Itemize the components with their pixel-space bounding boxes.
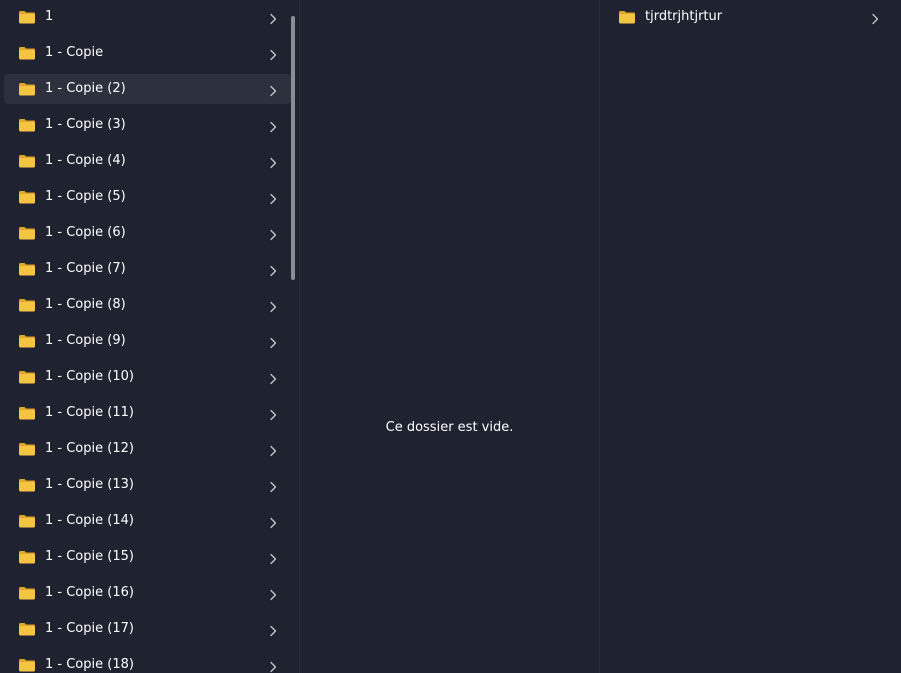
chevron-right-icon[interactable] bbox=[269, 514, 277, 529]
chevron-right-icon[interactable] bbox=[269, 370, 277, 385]
folder-name: 1 - Copie (2) bbox=[45, 81, 126, 96]
chevron-right-icon[interactable] bbox=[269, 334, 277, 349]
folder-column-2[interactable]: Ce dossier est vide. bbox=[300, 0, 600, 673]
chevron-right-icon[interactable] bbox=[269, 10, 277, 25]
folder-icon bbox=[18, 441, 36, 456]
folder-icon bbox=[18, 369, 36, 384]
folder-name: 1 - Copie (13) bbox=[45, 477, 134, 492]
folder-name: 1 - Copie (9) bbox=[45, 333, 126, 348]
folder-row[interactable]: tjrdtrjhtjrtur bbox=[604, 2, 893, 32]
folder-name: 1 - Copie (18) bbox=[45, 657, 134, 672]
chevron-right-icon[interactable] bbox=[269, 406, 277, 421]
folder-icon bbox=[18, 405, 36, 420]
chevron-right-icon[interactable] bbox=[269, 586, 277, 601]
chevron-right-icon[interactable] bbox=[269, 550, 277, 565]
folder-name: 1 bbox=[45, 9, 54, 24]
folder-name: 1 - Copie (6) bbox=[45, 225, 126, 240]
folder-row[interactable]: 1 - Copie (15) bbox=[4, 542, 291, 572]
folder-name: 1 - Copie bbox=[45, 45, 104, 60]
folder-row[interactable]: 1 - Copie (2) bbox=[4, 74, 291, 104]
vertical-scrollbar[interactable] bbox=[291, 16, 295, 280]
folder-icon bbox=[18, 9, 36, 24]
folder-name: 1 - Copie (15) bbox=[45, 549, 134, 564]
folder-icon bbox=[18, 189, 36, 204]
folder-icon bbox=[18, 477, 36, 492]
folder-row[interactable]: 1 bbox=[4, 2, 291, 32]
folder-column-3[interactable]: tjrdtrjhtjrtur bbox=[600, 0, 901, 673]
folder-name: 1 - Copie (5) bbox=[45, 189, 126, 204]
folder-list: 1 1 - Copie 1 - Copie (2) 1 - Copie (3) 1 - … bbox=[4, 2, 291, 673]
folder-row[interactable]: 1 - Copie (9) bbox=[4, 326, 291, 356]
folder-icon bbox=[18, 621, 36, 636]
folder-icon bbox=[18, 225, 36, 240]
folder-name: 1 - Copie (3) bbox=[45, 117, 126, 132]
chevron-right-icon[interactable] bbox=[269, 622, 277, 637]
folder-row[interactable]: 1 - Copie (12) bbox=[4, 434, 291, 464]
folder-icon bbox=[18, 333, 36, 348]
folder-name: 1 - Copie (11) bbox=[45, 405, 134, 420]
folder-row[interactable]: 1 - Copie (3) bbox=[4, 110, 291, 140]
folder-icon bbox=[18, 297, 36, 312]
folder-name: 1 - Copie (14) bbox=[45, 513, 134, 528]
folder-name: 1 - Copie (4) bbox=[45, 153, 126, 168]
chevron-right-icon[interactable] bbox=[269, 478, 277, 493]
chevron-right-icon[interactable] bbox=[269, 658, 277, 673]
folder-column-1[interactable]: 1 1 - Copie 1 - Copie (2) 1 - Copie (3) 1 - … bbox=[0, 0, 300, 673]
folder-icon bbox=[18, 549, 36, 564]
folder-name: 1 - Copie (7) bbox=[45, 261, 126, 276]
folder-row[interactable]: 1 - Copie (14) bbox=[4, 506, 291, 536]
folder-icon bbox=[18, 261, 36, 276]
folder-row[interactable]: 1 - Copie (13) bbox=[4, 470, 291, 500]
folder-row[interactable]: 1 - Copie (18) bbox=[4, 650, 291, 673]
chevron-right-icon[interactable] bbox=[269, 262, 277, 277]
folder-icon bbox=[18, 153, 36, 168]
folder-row[interactable]: 1 - Copie (11) bbox=[4, 398, 291, 428]
folder-icon bbox=[18, 513, 36, 528]
folder-name: 1 - Copie (12) bbox=[45, 441, 134, 456]
chevron-right-icon[interactable] bbox=[871, 10, 879, 25]
chevron-right-icon[interactable] bbox=[269, 118, 277, 133]
folder-icon bbox=[618, 9, 636, 24]
folder-icon bbox=[18, 45, 36, 60]
empty-folder-message: Ce dossier est vide. bbox=[385, 420, 514, 435]
chevron-right-icon[interactable] bbox=[269, 298, 277, 313]
chevron-right-icon[interactable] bbox=[269, 82, 277, 97]
folder-row[interactable]: 1 - Copie (6) bbox=[4, 218, 291, 248]
folder-name: 1 - Copie (8) bbox=[45, 297, 126, 312]
chevron-right-icon[interactable] bbox=[269, 226, 277, 241]
folder-icon bbox=[18, 117, 36, 132]
chevron-right-icon[interactable] bbox=[269, 442, 277, 457]
file-explorer-column-view: 1 1 - Copie 1 - Copie (2) 1 - Copie (3) 1 - … bbox=[0, 0, 901, 673]
folder-row[interactable]: 1 - Copie (17) bbox=[4, 614, 291, 644]
folder-name: 1 - Copie (10) bbox=[45, 369, 134, 384]
folder-name: tjrdtrjhtjrtur bbox=[645, 9, 723, 24]
folder-icon bbox=[18, 585, 36, 600]
folder-row[interactable]: 1 - Copie (8) bbox=[4, 290, 291, 320]
folder-name: 1 - Copie (17) bbox=[45, 621, 134, 636]
folder-icon bbox=[18, 81, 36, 96]
folder-row[interactable]: 1 - Copie (10) bbox=[4, 362, 291, 392]
folder-list: tjrdtrjhtjrtur bbox=[604, 2, 893, 38]
folder-row[interactable]: 1 - Copie (16) bbox=[4, 578, 291, 608]
folder-row[interactable]: 1 - Copie (7) bbox=[4, 254, 291, 284]
folder-row[interactable]: 1 - Copie (5) bbox=[4, 182, 291, 212]
chevron-right-icon[interactable] bbox=[269, 190, 277, 205]
folder-row[interactable]: 1 - Copie bbox=[4, 38, 291, 68]
folder-row[interactable]: 1 - Copie (4) bbox=[4, 146, 291, 176]
folder-name: 1 - Copie (16) bbox=[45, 585, 134, 600]
chevron-right-icon[interactable] bbox=[269, 154, 277, 169]
chevron-right-icon[interactable] bbox=[269, 46, 277, 61]
folder-icon bbox=[18, 657, 36, 672]
